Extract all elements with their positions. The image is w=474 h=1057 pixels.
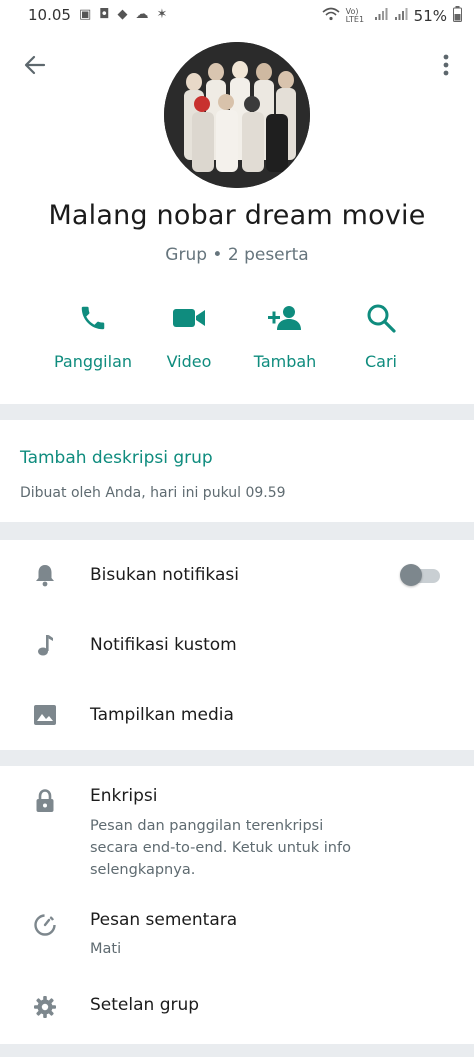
battery-percent: 51% [413,7,447,25]
add-member-action[interactable]: Tambah [230,298,340,371]
group-subtitle: Grup • 2 peserta [165,245,309,265]
shopping-bag-icon: ◘ [99,7,110,22]
call-action[interactable]: Panggilan [38,298,148,371]
video-icon [134,298,244,338]
group-name[interactable]: Malang nobar dream movie [0,200,474,231]
notification-icon: ▣ [78,7,92,22]
mute-notifications-row[interactable]: Bisukan notifikasi [0,540,474,610]
group-settings-row[interactable]: Setelan grup [0,980,474,1040]
timer-icon [32,912,58,938]
show-media-label: Tampilkan media [90,705,234,725]
gear-icon [32,994,58,1020]
group-photo [164,42,310,188]
search-action[interactable]: Cari [326,298,436,371]
mute-toggle[interactable] [400,564,440,586]
signal-icon-2 [394,7,408,25]
arrow-left-icon [24,54,46,80]
notification-settings: Bisukan notifikasi Notifikasi kustom Tam… [0,540,474,750]
custom-notifications-row[interactable]: Notifikasi kustom [0,610,474,680]
group-header: Malang nobar dream movie Grup • 2 pesert… [0,30,474,404]
group-settings-title: Setelan grup [90,995,200,1015]
status-bar-right: Vo) LTE1 51% [322,6,462,26]
add-person-icon [230,298,340,338]
disappearing-messages-value: Mati [90,941,122,957]
phone-icon [38,298,148,338]
wifi-icon [322,7,340,25]
disappearing-messages-title: Pesan sementara [90,910,238,930]
add-description-link[interactable]: Tambah deskripsi grup [20,448,213,468]
group-avatar[interactable] [164,42,310,188]
encryption-title: Enkripsi [90,786,158,806]
mute-toggle-knob [400,564,422,586]
show-media-row[interactable]: Tampilkan media [0,680,474,750]
call-action-label: Panggilan [53,352,133,371]
network-label: Vo) LTE1 [345,7,365,24]
encryption-line-2: secara end-to-end. Ketuk untuk info [90,840,351,856]
status-bar-left: 10.05 ▣ ◘ ◆ ☁ ✶ [28,6,167,24]
music-note-icon [32,632,58,658]
status-bar: 10.05 ▣ ◘ ◆ ☁ ✶ Vo) LTE1 51% [0,0,474,30]
battery-icon [453,6,462,26]
cloud-icon: ☁ [135,7,149,22]
security-settings: Enkripsi Pesan dan panggilan terenkripsi… [0,766,474,1044]
encryption-row[interactable]: Enkripsi Pesan dan panggilan terenkripsi… [0,782,474,892]
bottom-divider [0,1044,474,1057]
signal-icon [374,7,388,25]
lock-icon [32,788,58,814]
search-icon [326,298,436,338]
bell-icon [32,562,58,588]
add-member-action-label: Tambah [253,352,317,371]
disappearing-messages-row[interactable]: Pesan sementara Mati [0,900,474,970]
more-vertical-icon [443,54,449,80]
description-section: Tambah deskripsi grup Dibuat oleh Anda, … [0,420,474,522]
custom-notifications-label: Notifikasi kustom [90,635,237,655]
image-icon [32,702,58,728]
more-options-button[interactable] [436,52,456,82]
magic-wand-icon: ✶ [156,7,168,22]
encryption-description: Pesan dan panggilan terenkripsi secara e… [90,815,410,881]
video-action-label: Video [166,352,212,371]
video-action[interactable]: Video [134,298,244,371]
twitter-icon: ◆ [117,7,128,22]
encryption-line-3: selengkapnya. [90,862,196,878]
created-info: Dibuat oleh Anda, hari ini pukul 09.59 [20,485,286,501]
mute-notifications-label: Bisukan notifikasi [90,565,239,585]
encryption-line-1: Pesan dan panggilan terenkripsi [90,818,324,834]
search-action-label: Cari [365,352,397,371]
back-button[interactable] [18,50,52,84]
status-time: 10.05 [28,6,71,24]
